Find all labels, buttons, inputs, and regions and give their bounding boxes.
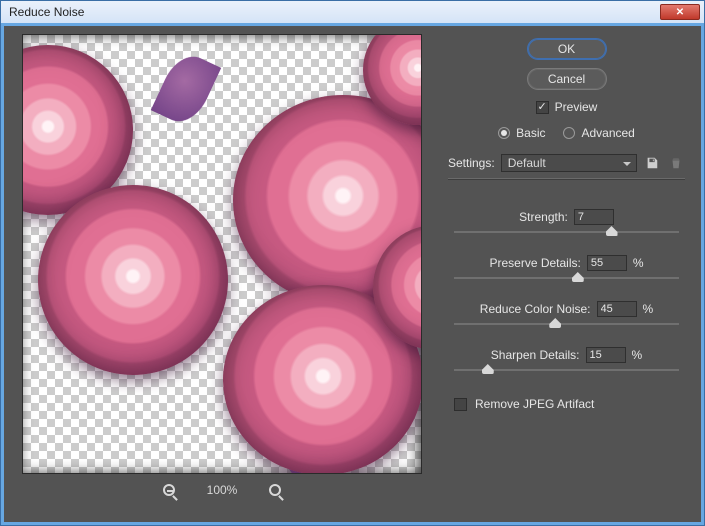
preview-toggle[interactable]: Preview [536, 100, 598, 114]
sharpen-details-slider[interactable] [454, 369, 679, 371]
strength-row: Strength: [454, 209, 679, 233]
sliders-group: Strength: Preserve Details: % [448, 209, 685, 393]
save-preset-button[interactable] [643, 154, 661, 172]
preserve-details-slider[interactable] [454, 277, 679, 279]
preview-canvas[interactable] [22, 34, 422, 474]
settings-row: Settings: Default [448, 154, 685, 172]
radio-icon [563, 127, 575, 139]
sharpen-details-label: Sharpen Details: [491, 348, 580, 362]
divider [448, 178, 685, 179]
strength-slider[interactable] [454, 231, 679, 233]
cancel-button[interactable]: Cancel [527, 68, 607, 90]
preserve-details-input[interactable] [587, 255, 627, 271]
image-content [38, 185, 228, 375]
preserve-details-label: Preserve Details: [489, 256, 580, 270]
zoom-out-icon [163, 484, 175, 496]
slider-thumb[interactable] [572, 272, 584, 282]
remove-jpeg-artifact-toggle[interactable]: Remove JPEG Artifact [448, 397, 685, 411]
zoom-level: 100% [207, 483, 238, 497]
slider-thumb[interactable] [482, 364, 494, 374]
preview-pane: 100% [12, 34, 432, 514]
basic-radio[interactable]: Basic [498, 126, 545, 140]
remove-jpeg-artifact-checkbox[interactable] [454, 398, 467, 411]
reduce-color-noise-label: Reduce Color Noise: [480, 302, 591, 316]
zoom-bar: 100% [159, 480, 286, 500]
zoom-out-button[interactable] [159, 480, 179, 500]
strength-label: Strength: [519, 210, 568, 224]
reduce-noise-dialog: Reduce Noise ✕ 100% O [0, 0, 705, 526]
preserve-details-row: Preserve Details: % [454, 255, 679, 279]
sharpen-details-input[interactable] [586, 347, 626, 363]
trash-icon [669, 156, 683, 170]
reduce-color-noise-row: Reduce Color Noise: % [454, 301, 679, 325]
window-title: Reduce Noise [9, 5, 660, 19]
delete-preset-button [667, 154, 685, 172]
reduce-color-noise-input[interactable] [597, 301, 637, 317]
mode-row: Basic Advanced [498, 126, 635, 140]
preview-checkbox[interactable] [536, 101, 549, 114]
dialog-body: 100% OK Cancel Preview Basic Advanced [1, 23, 704, 525]
settings-label: Settings: [448, 156, 495, 170]
reduce-color-noise-slider[interactable] [454, 323, 679, 325]
remove-jpeg-artifact-label: Remove JPEG Artifact [475, 397, 594, 411]
close-button[interactable]: ✕ [660, 4, 700, 20]
image-content [151, 48, 221, 129]
preview-label: Preview [555, 100, 598, 114]
controls-pane: OK Cancel Preview Basic Advanced Setting… [440, 34, 693, 514]
settings-select[interactable]: Default [501, 154, 637, 172]
zoom-in-button[interactable] [265, 480, 285, 500]
zoom-in-icon [269, 484, 281, 496]
slider-thumb[interactable] [606, 226, 618, 236]
advanced-radio[interactable]: Advanced [563, 126, 634, 140]
strength-input[interactable] [574, 209, 614, 225]
save-preset-icon [645, 156, 659, 170]
slider-thumb[interactable] [549, 318, 561, 328]
sharpen-details-row: Sharpen Details: % [454, 347, 679, 371]
ok-button[interactable]: OK [527, 38, 607, 60]
titlebar: Reduce Noise ✕ [1, 1, 704, 23]
radio-icon [498, 127, 510, 139]
